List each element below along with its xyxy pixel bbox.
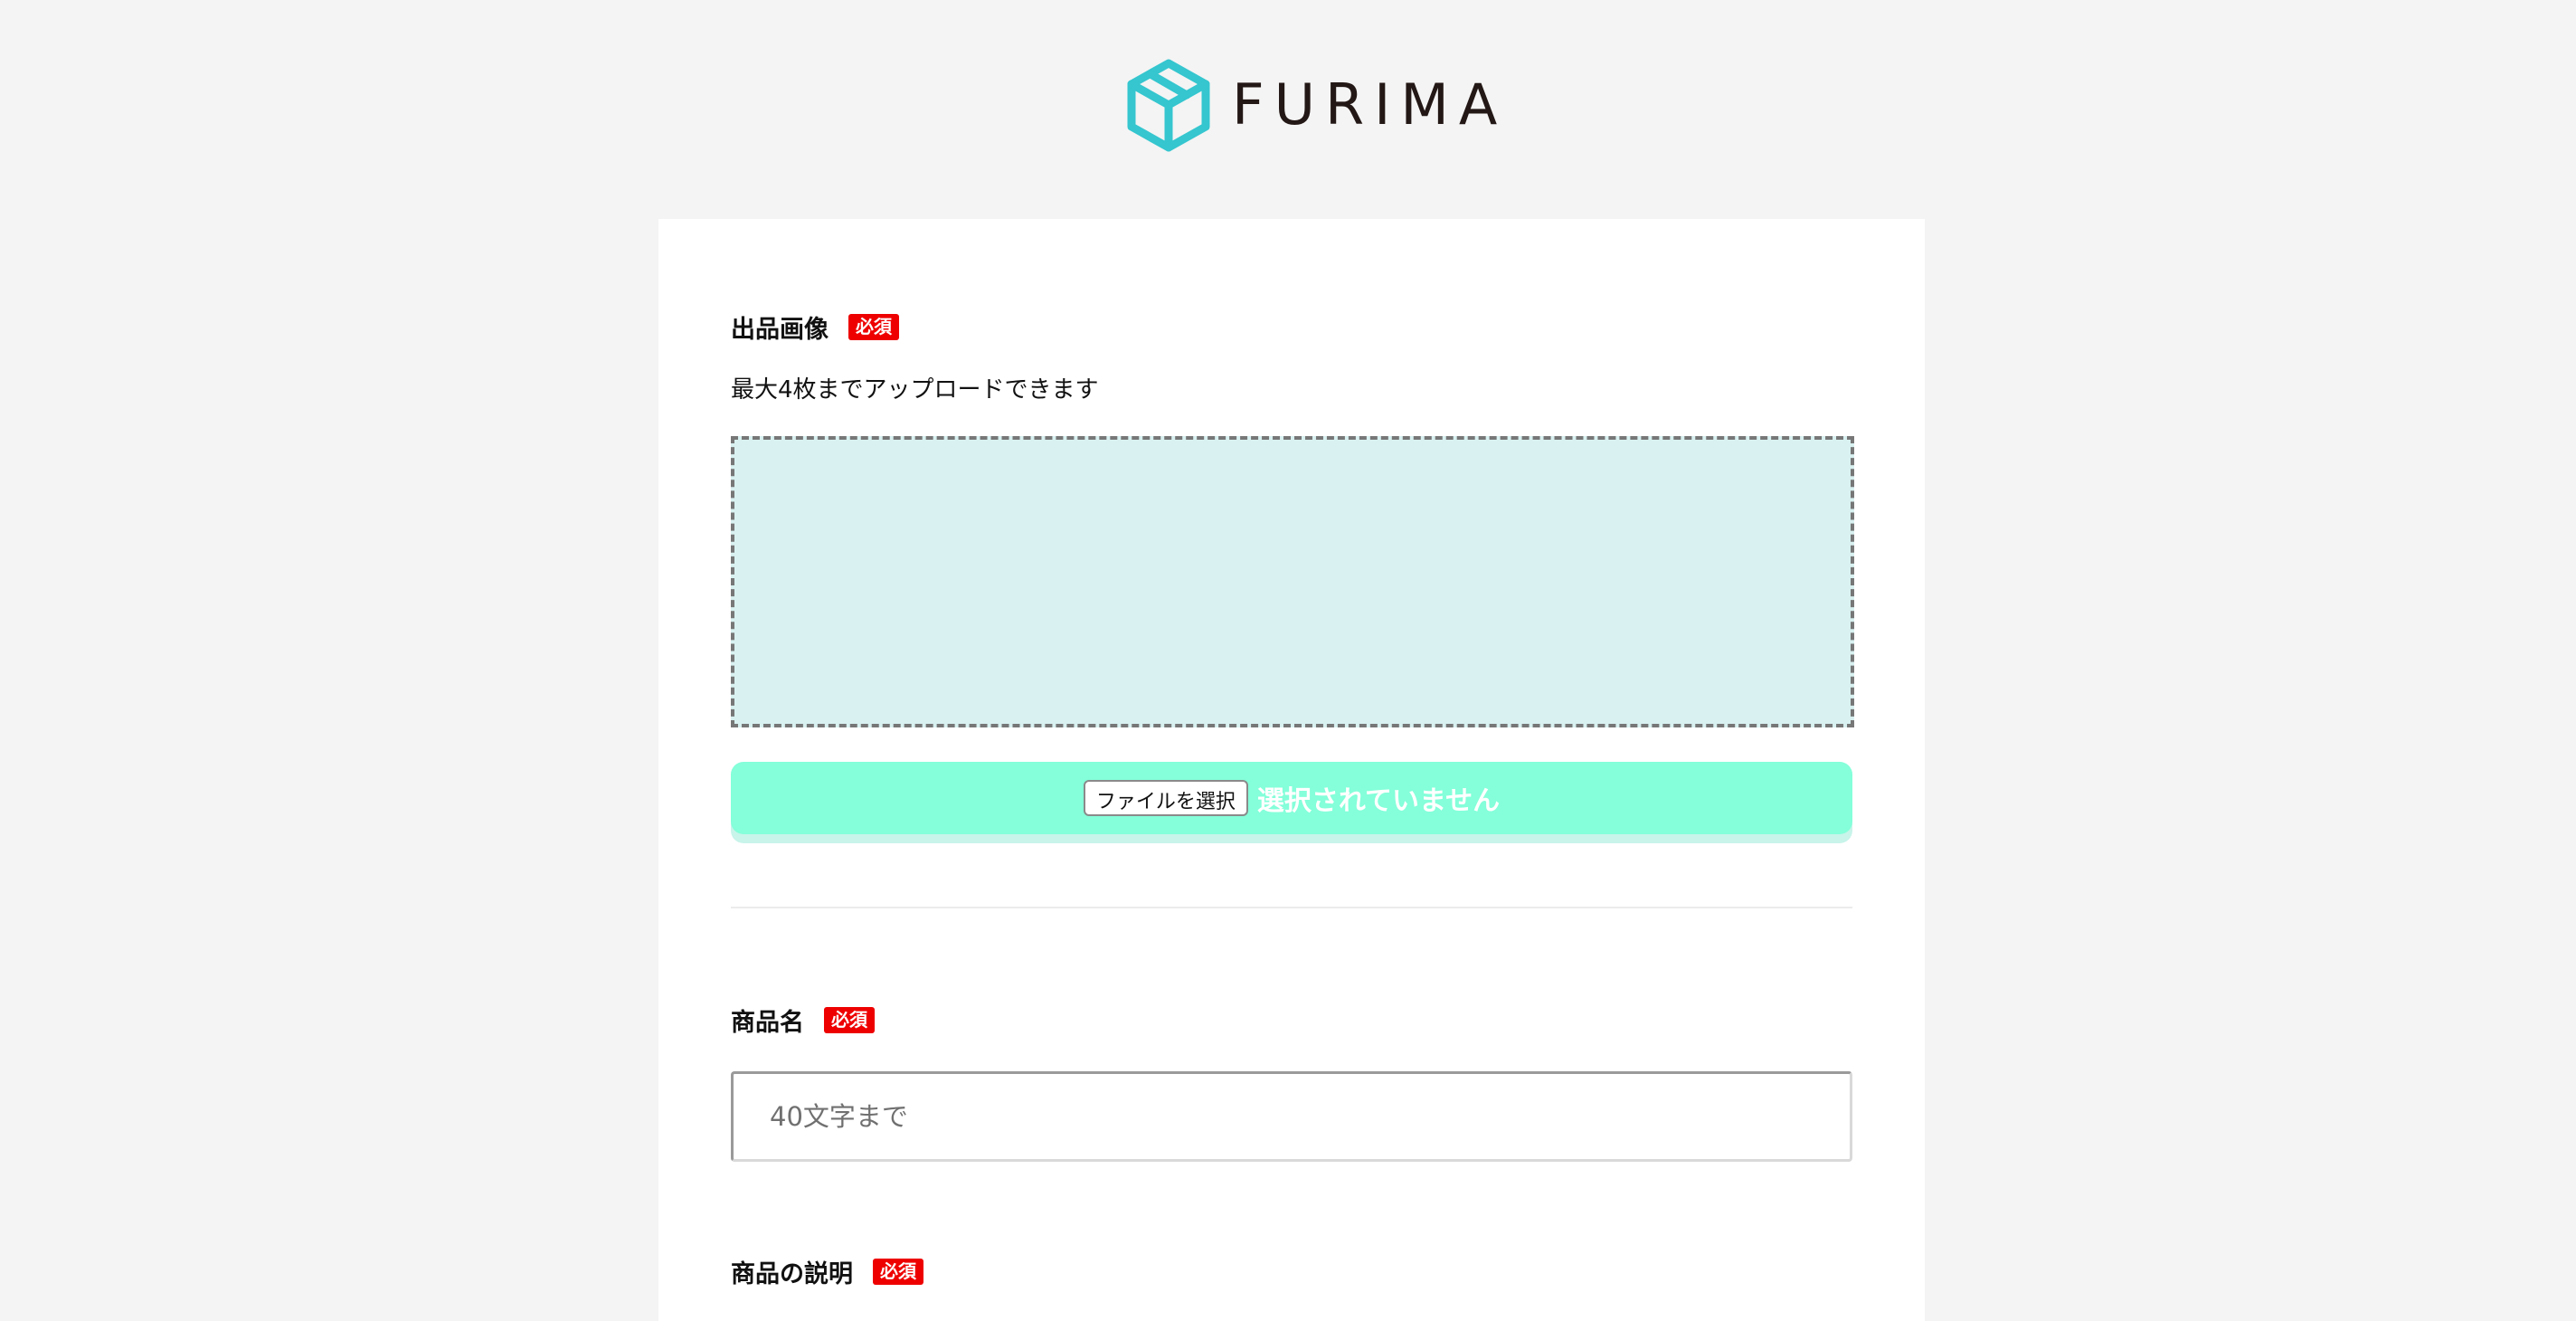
site-header: FURIMA [0, 0, 2576, 217]
section-divider [731, 907, 1852, 908]
product-name-input[interactable] [731, 1071, 1852, 1162]
logo-text: FURIMA [1232, 71, 1508, 138]
listing-form-panel: 出品画像 必須 最大4枚までアップロードできます ファイルを選択 選択されていま… [658, 219, 1925, 1321]
image-section-label: 出品画像 [731, 316, 829, 344]
cube-icon [1127, 59, 1210, 152]
required-badge: 必須 [824, 1007, 875, 1033]
product-name-label-row: 商品名 必須 [731, 1003, 875, 1038]
image-upload-note: 最大4枚までアップロードできます [731, 376, 1099, 404]
product-name-label: 商品名 [731, 1009, 804, 1037]
required-badge: 必須 [848, 314, 899, 340]
description-label-row: 商品の説明 必須 [731, 1254, 923, 1289]
description-label: 商品の説明 [731, 1260, 853, 1288]
furima-logo-link[interactable]: FURIMA [1125, 58, 1507, 152]
image-section-label-row: 出品画像 必須 [731, 309, 899, 345]
choose-file-button[interactable]: ファイルを選択 [1083, 780, 1248, 816]
file-status-text: 選択されていません [1256, 785, 1501, 817]
file-upload-bar[interactable]: ファイルを選択 選択されていません [731, 762, 1852, 834]
required-badge: 必須 [873, 1259, 923, 1285]
image-drop-area[interactable] [731, 436, 1854, 727]
